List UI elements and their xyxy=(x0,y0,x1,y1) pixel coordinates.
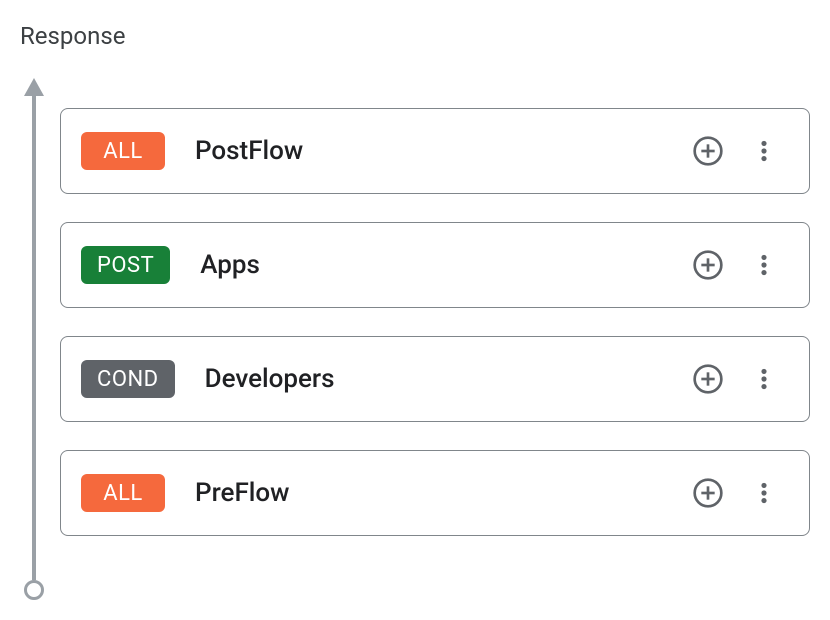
timeline-end-circle-icon xyxy=(24,580,44,600)
flow-actions xyxy=(689,132,783,170)
flow-tag: POST xyxy=(81,246,170,284)
add-policy-button[interactable] xyxy=(689,246,727,284)
flow-row[interactable]: POST Apps xyxy=(60,222,810,308)
flow-title: Apps xyxy=(200,250,689,280)
flow-tag: ALL xyxy=(81,474,165,512)
more-options-button[interactable] xyxy=(745,474,783,512)
flow-actions xyxy=(689,474,783,512)
section-title: Response xyxy=(20,22,125,50)
flow-list: ALL PostFlow xyxy=(60,108,810,536)
flow-title: PreFlow xyxy=(195,478,689,508)
flow-title: Developers xyxy=(205,364,689,394)
add-policy-button[interactable] xyxy=(689,360,727,398)
plus-circle-icon xyxy=(692,249,724,281)
flow-row[interactable]: ALL PostFlow xyxy=(60,108,810,194)
flow-title: PostFlow xyxy=(195,136,689,166)
more-options-button[interactable] xyxy=(745,360,783,398)
more-vertical-icon xyxy=(751,480,777,506)
plus-circle-icon xyxy=(692,477,724,509)
flow-row[interactable]: COND Developers xyxy=(60,336,810,422)
flow-row[interactable]: ALL PreFlow xyxy=(60,450,810,536)
flow-tag: COND xyxy=(81,360,175,398)
more-options-button[interactable] xyxy=(745,246,783,284)
response-timeline xyxy=(24,78,44,590)
add-policy-button[interactable] xyxy=(689,132,727,170)
plus-circle-icon xyxy=(692,363,724,395)
more-vertical-icon xyxy=(751,366,777,392)
timeline-shaft xyxy=(32,92,36,580)
more-vertical-icon xyxy=(751,252,777,278)
flow-actions xyxy=(689,360,783,398)
flow-tag: ALL xyxy=(81,132,165,170)
flow-actions xyxy=(689,246,783,284)
response-section: Response ALL PostFlow xyxy=(0,0,830,620)
more-vertical-icon xyxy=(751,138,777,164)
add-policy-button[interactable] xyxy=(689,474,727,512)
plus-circle-icon xyxy=(692,135,724,167)
more-options-button[interactable] xyxy=(745,132,783,170)
